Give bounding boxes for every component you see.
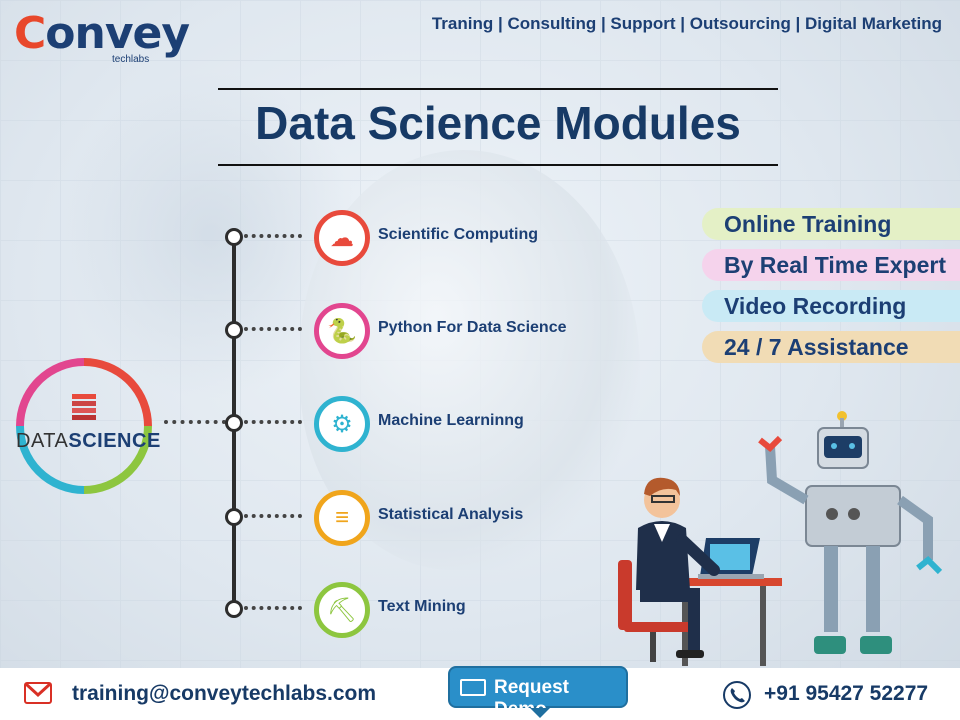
contact-phone-link[interactable]: +91 95427 52277 xyxy=(764,682,928,706)
module-label: Text Mining xyxy=(378,598,466,615)
module-node xyxy=(225,600,243,618)
robot-and-developer-illustration xyxy=(618,411,943,666)
phone-icon xyxy=(723,681,751,709)
module-label: Python For Data Science xyxy=(378,319,567,336)
mining-icon: ⛏ xyxy=(314,582,370,638)
title-rule-top xyxy=(218,88,778,90)
monitor-icon xyxy=(460,679,486,696)
logo-subtitle: techlabs xyxy=(112,54,150,65)
datascience-ring-icon xyxy=(16,358,152,494)
title-rule-bottom xyxy=(218,164,778,166)
page: Convey techlabs Traning | Consulting | S… xyxy=(0,0,960,720)
module-connector xyxy=(244,327,302,331)
ml-head-icon: ⚙ xyxy=(314,396,370,452)
module-node xyxy=(225,228,243,246)
page-title: Data Science Modules xyxy=(255,97,741,149)
feature-pill: Online Training xyxy=(702,208,960,240)
request-demo-button[interactable]: Request Demo xyxy=(448,666,628,720)
service-nav: Traning | Consulting | Support | Outsour… xyxy=(431,14,942,33)
module-connector xyxy=(244,606,302,610)
module-node xyxy=(225,414,243,432)
module-label: Machine Learninng xyxy=(378,412,524,429)
request-demo-label: Request Demo xyxy=(494,677,569,720)
python-icon: 🐍 xyxy=(314,303,370,359)
brand-logo[interactable]: Convey techlabs xyxy=(14,8,190,65)
feature-pill: Video Recording xyxy=(702,290,960,322)
button-pointer xyxy=(530,708,550,718)
feature-pill: 24 / 7 Assistance xyxy=(702,331,960,363)
gmail-icon xyxy=(24,682,52,704)
database-chart-icon: ≡ xyxy=(314,490,370,546)
module-node xyxy=(225,321,243,339)
feature-pill: By Real Time Expert xyxy=(702,249,960,281)
module-connector xyxy=(244,420,302,424)
module-connector xyxy=(244,514,302,518)
logo-wordmark: Convey xyxy=(14,8,190,59)
datascience-label: DATASCIENCE xyxy=(16,430,161,452)
brain-icon: ☁ xyxy=(314,210,370,266)
module-label: Scientific Computing xyxy=(378,226,538,243)
module-label: Statistical Analysis xyxy=(378,506,524,523)
module-node xyxy=(225,508,243,526)
contact-email-link[interactable]: training@conveytechlabs.com xyxy=(72,682,376,706)
badge-connector xyxy=(164,420,226,424)
module-connector xyxy=(244,234,302,238)
